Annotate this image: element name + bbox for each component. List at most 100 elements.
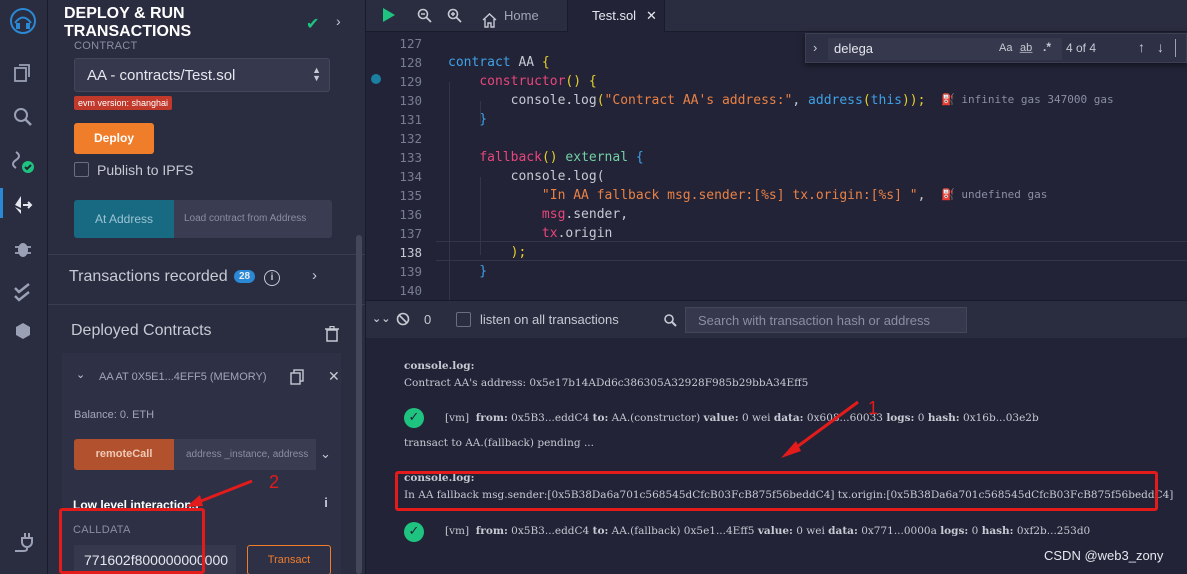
publish-ipfs-checkbox[interactable]: [74, 162, 89, 177]
code-token: external: [565, 150, 629, 165]
line-number: 128: [399, 55, 422, 70]
tab-test-sol[interactable]: Test.sol ✕: [567, 0, 665, 32]
panel-scrollbar[interactable]: [356, 235, 362, 574]
panel-title: DEPLOY & RUN TRANSACTIONS: [64, 5, 192, 40]
tx-logs-label: logs:: [940, 525, 969, 537]
line-number: 129: [399, 74, 422, 89]
find-widget: › delega Aa a̲b̲ .* 4 of 4 ↑ ↓: [805, 33, 1187, 63]
code-token: AA: [518, 55, 535, 70]
code-token: ,: [917, 188, 926, 203]
code-token: msg: [541, 207, 566, 222]
success-check-icon: ✓: [404, 408, 424, 428]
chevron-right-icon[interactable]: ›: [312, 267, 317, 284]
code-token: "In AA fallback msg.sender:[%s] tx.origi…: [541, 188, 918, 203]
info-icon[interactable]: i: [318, 496, 334, 512]
clear-console-icon[interactable]: [396, 312, 410, 331]
remix-ide: DEPLOY & RUN TRANSACTIONS ✔ › CONTRACT A…: [0, 0, 1187, 574]
tab-home[interactable]: Home: [470, 0, 565, 32]
tx-hash-label: hash:: [927, 412, 960, 424]
code-line[interactable]: );: [448, 245, 527, 260]
transaction-search-input[interactable]: Search with transaction hash or address: [685, 307, 967, 333]
tx-value-label: value:: [703, 412, 739, 424]
listen-all-checkbox[interactable]: [456, 312, 471, 327]
solidity-compiler-icon[interactable]: [10, 148, 36, 174]
settings-plug-icon[interactable]: [10, 528, 36, 554]
at-address-button[interactable]: At Address: [74, 200, 174, 238]
chevron-right-icon[interactable]: ›: [813, 40, 817, 55]
chevron-right-icon[interactable]: ›: [336, 13, 341, 29]
chevron-down-icon[interactable]: ⌄: [76, 368, 85, 381]
find-input[interactable]: delega Aa a̲b̲ .*: [828, 38, 1062, 60]
code-token: console.: [448, 93, 574, 108]
regex-toggle[interactable]: .*: [1043, 40, 1051, 54]
deploy-run-icon[interactable]: [10, 192, 36, 218]
match-case-toggle[interactable]: Aa: [999, 42, 1012, 54]
evm-version-badge: evm version: shanghai: [74, 96, 173, 110]
code-line[interactable]: "In AA fallback msg.sender:[%s] tx.origi…: [448, 188, 926, 203]
find-divider: [1175, 39, 1176, 57]
code-line[interactable]: tx.origin: [448, 226, 612, 241]
close-tab-icon[interactable]: ✕: [646, 0, 657, 32]
file-explorer-icon[interactable]: [10, 60, 36, 86]
run-icon[interactable]: [382, 7, 396, 28]
code-token: .origin: [557, 226, 613, 241]
testing-icon[interactable]: [10, 280, 36, 306]
next-match-icon[interactable]: ↓: [1157, 39, 1164, 55]
check-icon: ✔: [306, 16, 320, 33]
tx-summary-fallback[interactable]: [vm] from: 0x5B3...eddC4 to: AA.(fallbac…: [445, 525, 1090, 537]
balance-label: Balance: 0. ETH: [74, 409, 155, 421]
code-line[interactable]: fallback() external {: [448, 150, 643, 165]
deployed-instance-label[interactable]: AA AT 0X5E1...4EFF5 (MEMORY): [99, 371, 267, 383]
code-line[interactable]: }: [448, 264, 487, 279]
code-token: }: [448, 112, 488, 127]
deploy-button[interactable]: Deploy: [74, 123, 154, 154]
copy-icon[interactable]: [290, 369, 304, 390]
at-address-input[interactable]: Load contract from Address: [174, 200, 332, 238]
contract-select-value: AA - contracts/Test.sol: [87, 67, 236, 84]
indent-guide: [449, 82, 450, 300]
code-line[interactable]: console.log("Contract AA's address:", ad…: [448, 93, 926, 108]
remix-logo-icon[interactable]: [8, 6, 38, 36]
code-line[interactable]: }: [448, 112, 487, 127]
zoom-out-icon[interactable]: [417, 8, 432, 28]
remote-call-input[interactable]: address _instance, address: [174, 439, 316, 470]
line-number: 131: [399, 112, 422, 127]
plugin-manager-icon[interactable]: [10, 318, 36, 344]
code-token: {: [588, 74, 597, 89]
code-line[interactable]: constructor() {: [448, 74, 597, 89]
contract-select[interactable]: AA - contracts/Test.sol ▲ ▼: [74, 58, 330, 92]
zoom-in-icon[interactable]: [447, 8, 462, 28]
collapse-terminal-icon[interactable]: ⌄⌄: [372, 312, 390, 325]
indent-guide: [480, 101, 481, 123]
code-token: (: [862, 93, 871, 108]
code-line[interactable]: console.log(: [448, 169, 605, 184]
search-icon: [663, 313, 677, 332]
console-log-text: Contract AA's address: 0x5e17b14ADd6c386…: [404, 377, 809, 389]
debugger-icon[interactable]: [10, 236, 36, 262]
trash-icon[interactable]: [325, 325, 339, 347]
chevron-down-icon[interactable]: ⌄: [320, 446, 331, 462]
transactions-recorded-label[interactable]: Transactions recorded: [69, 268, 228, 286]
code-token: tx: [541, 226, 558, 241]
previous-match-icon[interactable]: ↑: [1138, 39, 1145, 55]
tx-to: AA.(fallback) 0x5e1...4Eff5: [611, 525, 755, 537]
code-token: .sender,: [565, 207, 629, 222]
tx-to: AA.(constructor): [611, 412, 701, 424]
tx-hash: 0xf2b...253d0: [1016, 525, 1091, 537]
tx-summary-constructor[interactable]: [vm] from: 0x5B3...eddC4 to: AA.(constru…: [445, 412, 1039, 424]
transact-button[interactable]: Transact: [247, 545, 331, 574]
tx-hash-label: hash:: [981, 525, 1014, 537]
line-number: 140: [399, 283, 422, 298]
info-icon[interactable]: i: [264, 270, 280, 286]
code-editor[interactable]: 127 128 contract AA {129 constructor() {13…: [366, 32, 1187, 300]
code-line[interactable]: msg.sender,: [448, 207, 628, 222]
search-icon[interactable]: [10, 104, 36, 130]
terminal-output: console.log: Contract AA's address: 0x5e…: [366, 338, 1187, 574]
annotation-box-log: [395, 471, 1158, 511]
close-icon[interactable]: ✕: [328, 368, 340, 385]
whole-word-toggle[interactable]: a̲b̲: [1020, 42, 1032, 54]
remote-call-button[interactable]: remoteCall: [74, 439, 174, 470]
code-line[interactable]: contract AA {: [448, 55, 550, 70]
